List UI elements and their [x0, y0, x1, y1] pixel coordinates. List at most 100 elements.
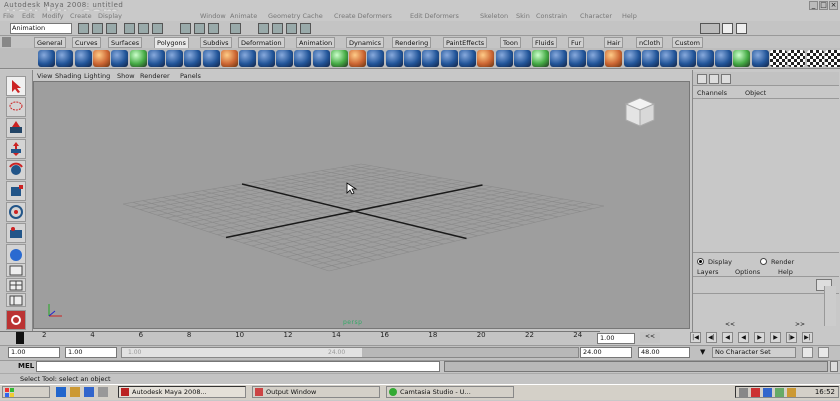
append-polygon-icon[interactable]: [422, 50, 440, 67]
make-hole-icon[interactable]: [385, 50, 403, 67]
tray-icon-camtasia[interactable]: [787, 388, 796, 397]
tab-dynamics[interactable]: Dynamics: [346, 37, 385, 48]
show-manipulator-icon[interactable]: [6, 244, 26, 264]
menu-skeleton[interactable]: Skeleton: [480, 12, 508, 20]
poly-platonic-icon[interactable]: [239, 50, 257, 67]
poly-cone-icon[interactable]: [92, 50, 110, 67]
minimize-button[interactable]: _: [809, 1, 818, 10]
uv-texture-editor-icon[interactable]: [605, 50, 623, 67]
internet-explorer-icon[interactable]: [84, 387, 94, 397]
cylindrical-mapping-icon[interactable]: [641, 50, 659, 67]
menu-geometry-cache[interactable]: Geometry Cache: [268, 12, 323, 20]
poly-cylinder-icon[interactable]: [74, 50, 92, 67]
move-tool-icon[interactable]: [6, 139, 26, 159]
collapse-icon[interactable]: [568, 50, 586, 67]
tab-painteffects[interactable]: PaintEffects: [443, 37, 488, 48]
close-button[interactable]: ×: [829, 1, 838, 10]
outliner-layout-icon[interactable]: [6, 293, 26, 307]
tab-animation[interactable]: Animation: [296, 37, 336, 48]
poly-pipe-icon[interactable]: [184, 50, 202, 67]
media-player-icon[interactable]: [98, 387, 108, 397]
display-radio[interactable]: [697, 258, 704, 265]
range-slider-handle[interactable]: [122, 348, 362, 357]
poly-prism-icon[interactable]: [147, 50, 165, 67]
panel-menu-shading[interactable]: Shading: [55, 72, 81, 80]
end-time-field[interactable]: 48.00: [638, 347, 690, 358]
panel-menu-renderer[interactable]: Renderer: [140, 72, 170, 80]
poly-torus-icon[interactable]: [129, 50, 147, 67]
layer-editor-toggle-icon[interactable]: [709, 74, 719, 84]
harden-edge-icon[interactable]: [824, 50, 840, 67]
lasso-tool-icon[interactable]: [6, 97, 26, 117]
planar-mapping-icon[interactable]: [623, 50, 641, 67]
tray-icon-input-method[interactable]: [763, 388, 772, 397]
fill-hole-icon[interactable]: [367, 50, 385, 67]
combine-icon[interactable]: [257, 50, 275, 67]
start-button[interactable]: [2, 386, 50, 398]
open-scene-icon[interactable]: [92, 23, 103, 34]
mel-label[interactable]: MEL: [18, 362, 34, 370]
layer-menu-help[interactable]: Help: [778, 268, 793, 276]
automatic-mapping-icon[interactable]: [678, 50, 696, 67]
split-polygon-icon[interactable]: [440, 50, 458, 67]
poly-pyramid-icon[interactable]: [166, 50, 184, 67]
menu-edit-deformers[interactable]: Edit Deformers: [410, 12, 459, 20]
poly-soccer-ball-icon[interactable]: [221, 50, 238, 67]
step-back-key-button[interactable]: ◀|: [706, 332, 717, 343]
menu-display[interactable]: Display: [98, 12, 122, 20]
play-backwards-button[interactable]: ◀: [738, 332, 749, 343]
transfer-attributes-icon[interactable]: [587, 50, 604, 67]
scale-tool-icon[interactable]: [6, 181, 26, 201]
channel-box-menu-channels[interactable]: Channels: [697, 89, 727, 97]
poly-helix-icon[interactable]: [202, 50, 220, 67]
menu-create[interactable]: Create: [70, 12, 92, 20]
toggle-attr-editor-icon[interactable]: [700, 23, 720, 34]
toggle-channel-box-icon[interactable]: [736, 23, 747, 34]
poly-plane-icon[interactable]: [111, 50, 129, 67]
menu-skin[interactable]: Skin: [516, 12, 530, 20]
snap-grid-icon[interactable]: [180, 23, 191, 34]
tab-ncloth[interactable]: nCloth: [636, 37, 664, 48]
single-view-layout-icon[interactable]: [6, 263, 26, 277]
tab-rendering[interactable]: Rendering: [392, 37, 432, 48]
render-radio[interactable]: [760, 258, 767, 265]
menu-set-dropdown[interactable]: Animation: [10, 23, 72, 34]
snap-point-icon[interactable]: [208, 23, 219, 34]
tab-surfaces[interactable]: Surfaces: [108, 37, 143, 48]
separate-icon[interactable]: [275, 50, 293, 67]
poly-sphere-icon[interactable]: [38, 50, 55, 67]
menu-window[interactable]: Window: [200, 12, 226, 20]
render-view-icon[interactable]: [258, 23, 269, 34]
viewcube-icon[interactable]: [618, 94, 660, 130]
normalize-uvs-icon[interactable]: [715, 50, 733, 67]
step-forward-key-button[interactable]: |▶: [786, 332, 797, 343]
taskbar-item-maya[interactable]: Autodesk Maya 2008...: [118, 386, 246, 398]
average-vertices-icon[interactable]: [349, 50, 367, 67]
tray-icon-security[interactable]: [751, 388, 760, 397]
booleans-icon[interactable]: [312, 50, 330, 67]
tab-curves[interactable]: Curves: [72, 37, 101, 48]
insert-edge-loop-icon[interactable]: [458, 50, 476, 67]
menu-modify[interactable]: Modify: [42, 12, 64, 20]
current-time-marker[interactable]: [16, 332, 24, 344]
smooth-icon[interactable]: [330, 50, 348, 67]
select-tool-icon[interactable]: [6, 76, 26, 96]
panel-menu-view[interactable]: View: [37, 72, 52, 80]
menu-animate[interactable]: Animate: [230, 12, 257, 20]
layer-menu-layers[interactable]: Layers: [697, 268, 719, 276]
triangulate-icon[interactable]: [770, 50, 787, 67]
show-desktop-icon[interactable]: [56, 387, 66, 397]
panel-menu-lighting[interactable]: Lighting: [84, 72, 110, 80]
channel-box-menu-object[interactable]: Object: [745, 89, 766, 97]
menu-create-deformers[interactable]: Create Deformers: [334, 12, 392, 20]
range-slider[interactable]: 1.00 24.00: [121, 347, 579, 358]
paint-select-tool-icon[interactable]: [6, 118, 26, 138]
spherical-mapping-icon[interactable]: [660, 50, 678, 67]
snap-curve-icon[interactable]: [194, 23, 205, 34]
scroll-right-icon[interactable]: >>: [790, 322, 810, 329]
animation-preferences-icon[interactable]: [818, 347, 829, 358]
offset-edge-loop-icon[interactable]: [477, 50, 495, 67]
tab-general[interactable]: General: [34, 37, 66, 48]
start-time-field[interactable]: 1.00: [8, 347, 60, 358]
channel-box-toggle-icon[interactable]: [697, 74, 707, 84]
